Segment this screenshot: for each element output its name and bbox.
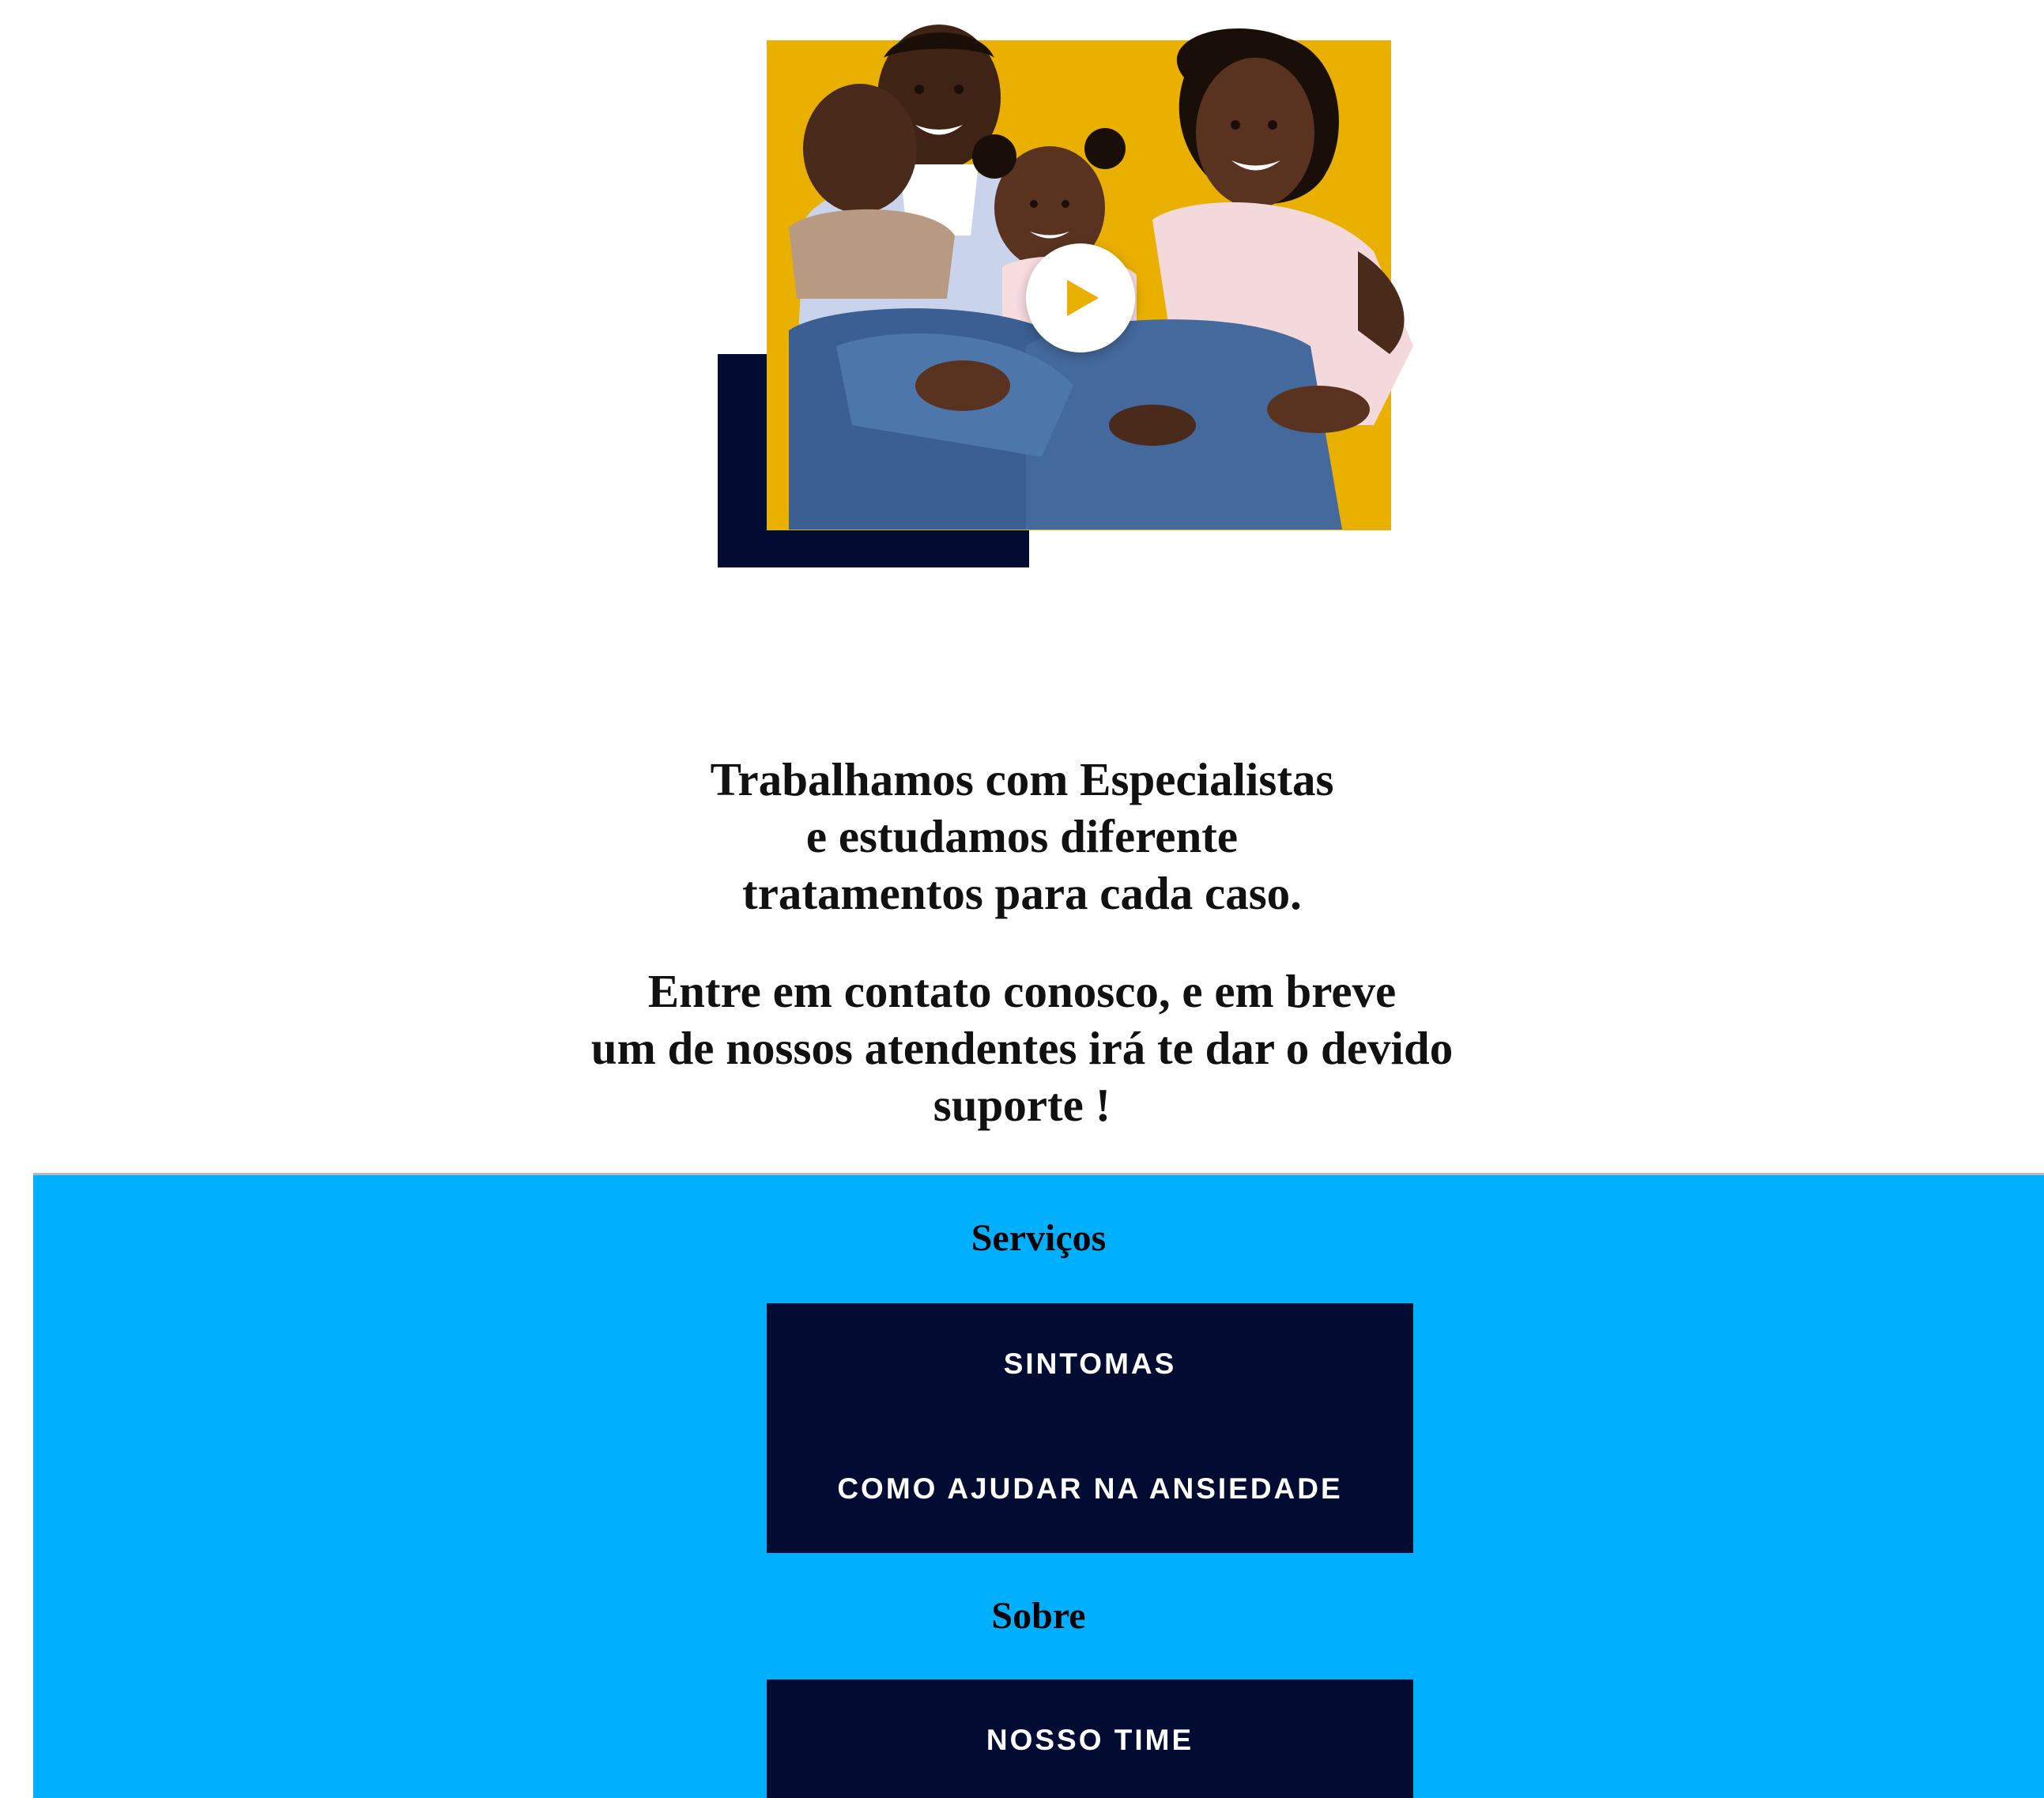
message-line: suporte ! xyxy=(933,1079,1111,1131)
footer: Serviços SINTOMAS COMO AJUDAR NA ANSIEDA… xyxy=(33,1175,2044,1798)
play-icon xyxy=(1067,280,1099,316)
como-ajudar-na-ansiedade-link[interactable]: COMO AJUDAR NA ANSIEDADE xyxy=(767,1472,1413,1506)
message-line: Trabalhamos com Especialistas xyxy=(710,753,1334,805)
message-line: tratamentos para cada caso. xyxy=(742,867,1302,919)
contact-message: Entre em contato conosco, e em breve um … xyxy=(0,963,2044,1133)
specialists-message: Trabalhamos com Especialistas e estudamo… xyxy=(0,751,2044,922)
about-title: Sobre xyxy=(991,1595,1086,1637)
sintomas-link[interactable]: SINTOMAS xyxy=(767,1348,1413,1381)
services-title: Serviços xyxy=(971,1217,1107,1259)
about-menu: NOSSO TIME xyxy=(767,1679,1413,1798)
message-line: Entre em contato conosco, e em breve xyxy=(647,965,1397,1017)
nosso-time-link[interactable]: NOSSO TIME xyxy=(767,1724,1413,1757)
hero-image xyxy=(718,14,1467,567)
message-line: e estudamos diferente xyxy=(805,810,1239,862)
services-menu: SINTOMAS COMO AJUDAR NA ANSIEDADE xyxy=(767,1303,1413,1553)
play-video-button[interactable] xyxy=(1026,243,1135,352)
message-line: um de nossos atendentes irá te dar o dev… xyxy=(590,1022,1454,1074)
